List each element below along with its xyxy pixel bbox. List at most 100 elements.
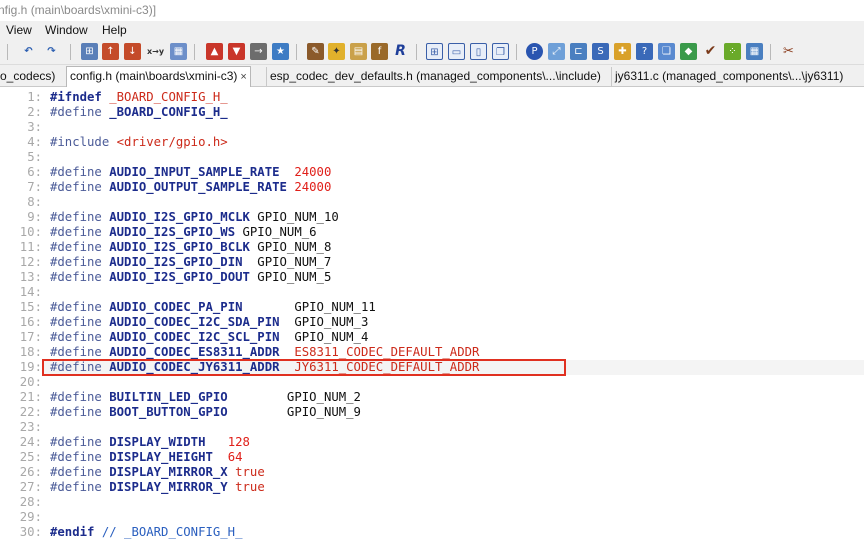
toolbar-separator [7,44,8,60]
code-token: #define [50,105,102,119]
code-token: BOOT_BUTTON_GPIO [109,405,228,419]
shapes-icon[interactable]: ◆ [680,43,697,60]
code-token: // _BOARD_CONFIG_H_ [101,525,243,539]
bookmark-up-icon[interactable]: ▲ [206,43,223,60]
line-number: 15: [19,300,42,314]
code-line[interactable]: 10: #define AUDIO_I2S_GPIO_WS GPIO_NUM_6 [0,225,864,240]
code-token: AUDIO_I2S_GPIO_WS [109,225,236,239]
wrench-icon[interactable]: ✂ [780,43,797,60]
script-icon[interactable]: R [392,43,409,60]
line-code: #include <driver/gpio.h> [50,135,228,150]
line-number: 23: [19,420,42,434]
code-line[interactable]: 9: #define AUDIO_I2S_GPIO_MCLK GPIO_NUM_1… [0,210,864,225]
line-number: 12: [19,255,42,269]
bookmark-toggle-icon[interactable]: → [250,43,267,60]
menu-view[interactable]: View [6,21,32,40]
code-line[interactable]: 2: #define _BOARD_CONFIG_H_ [0,105,864,120]
line-number: 13: [19,270,42,284]
puzzle-icon[interactable]: ✚ [614,43,631,60]
s-icon[interactable]: S [592,43,609,60]
toolbar-separator [194,44,195,60]
tree-icon[interactable]: ⊏ [570,43,587,60]
find-down-icon[interactable]: ↓ [124,43,141,60]
code-line[interactable]: 20: [0,375,864,390]
code-token: <driver/gpio.h> [116,135,228,149]
code-line[interactable]: 8: [0,195,864,210]
code-line[interactable]: 14: [0,285,864,300]
tab-codecs[interactable]: o_codecs) [0,67,58,87]
code-token: ES8311_CODEC_DEFAULT_ADDR [294,345,480,359]
dots-icon[interactable]: ⁘ [724,43,741,60]
new-folder-icon[interactable]: ✦ [328,43,345,60]
code-line[interactable]: 24: #define DISPLAY_WIDTH 128 [0,435,864,450]
tab-config-h[interactable]: config.h (main\boards\xmini-c3) × [66,66,251,87]
code-line[interactable]: 17: #define AUDIO_CODEC_I2C_SCL_PIN GPIO_… [0,330,864,345]
code-token: DISPLAY_WIDTH [109,435,206,449]
code-token: AUDIO_I2S_GPIO_DOUT [109,270,250,284]
bookmark-clear-icon[interactable]: ★ [272,43,289,60]
tab-close-icon[interactable]: × [240,71,246,83]
code-line[interactable]: 7: #define AUDIO_OUTPUT_SAMPLE_RATE 24000 [0,180,864,195]
code-line[interactable]: 30: #endif // _BOARD_CONFIG_H_ [0,525,864,540]
pin-icon[interactable]: ✎ [307,43,324,60]
line-code: #define BOOT_BUTTON_GPIO GPIO_NUM_9 [50,405,361,420]
open-book-icon[interactable]: ▤ [350,43,367,60]
menu-help[interactable]: Help [102,21,127,40]
code-token: #define [50,210,102,224]
grid-icon[interactable]: ▦ [746,43,763,60]
line-code: #define BUILTIN_LED_GPIO GPIO_NUM_2 [50,390,361,405]
copy-icon[interactable]: ❏ [658,43,675,60]
tab-esp-codec-dev-defaults[interactable]: esp_codec_dev_defaults.h (managed_compon… [266,67,604,87]
code-line[interactable]: 29: [0,510,864,525]
code-token: AUDIO_I2S_GPIO_MCLK [109,210,250,224]
question-box-icon[interactable]: ? [636,43,653,60]
find-up-icon[interactable]: ↑ [102,43,119,60]
split-grid-icon[interactable]: ⊞ [426,43,443,60]
code-token: #define [50,480,102,494]
code-token: #define [50,450,102,464]
code-token: 24000 [294,165,332,179]
undo-icon[interactable]: ↶ [20,43,37,60]
replace-xy-icon[interactable]: x→y [147,43,164,60]
find-files-icon[interactable]: ▦ [170,43,187,60]
resize-icon[interactable]: ⤢ [548,43,565,60]
code-line[interactable]: 12: #define AUDIO_I2S_GPIO_DIN GPIO_NUM_7 [0,255,864,270]
code-line[interactable]: 22: #define BOOT_BUTTON_GPIO GPIO_NUM_9 [0,405,864,420]
code-token: #define [50,270,102,284]
line-code: #define DISPLAY_WIDTH 128 [50,435,250,450]
code-line[interactable]: 27: #define DISPLAY_MIRROR_Y true [0,480,864,495]
line-number: 8: [27,195,42,209]
code-line[interactable]: 25: #define DISPLAY_HEIGHT 64 [0,450,864,465]
toolbar-separator [296,44,297,60]
tab-jy6311-c[interactable]: jy6311.c (managed_components\...\jy6311) [611,67,846,87]
redo-icon[interactable]: ↷ [43,43,60,60]
code-line[interactable]: 5: [0,150,864,165]
code-line[interactable]: 6: #define AUDIO_INPUT_SAMPLE_RATE 24000 [0,165,864,180]
cascade-icon[interactable]: ❐ [492,43,509,60]
code-line[interactable]: 23: [0,420,864,435]
bird-icon[interactable]: ✔ [702,43,719,60]
menu-window[interactable]: Window [45,21,88,40]
split-vertical-icon[interactable]: ▯ [470,43,487,60]
code-token: AUDIO_CODEC_I2C_SCL_PIN [109,330,280,344]
formula-icon[interactable]: f [371,43,388,60]
p-icon[interactable]: P [526,43,543,60]
code-line[interactable]: 15: #define AUDIO_CODEC_PA_PIN GPIO_NUM_1… [0,300,864,315]
split-horizontal-icon[interactable]: ▭ [448,43,465,60]
code-editor[interactable]: 1: #ifndef _BOARD_CONFIG_H_ 2: #define _BOA… [0,87,864,539]
code-line[interactable]: 13: #define AUDIO_I2S_GPIO_DOUT GPIO_NUM_… [0,270,864,285]
code-line[interactable]: 28: [0,495,864,510]
code-line[interactable]: 1: #ifndef _BOARD_CONFIG_H_ [0,90,864,105]
binoculars-icon[interactable]: ⊞ [81,43,98,60]
code-line[interactable]: 16: #define AUDIO_CODEC_I2C_SDA_PIN GPIO_… [0,315,864,330]
code-line[interactable]: 4: #include <driver/gpio.h> [0,135,864,150]
code-line[interactable]: 18: #define AUDIO_CODEC_ES8311_ADDR ES831… [0,345,864,360]
code-line[interactable]: 26: #define DISPLAY_MIRROR_X true [0,465,864,480]
code-line[interactable]: 11: #define AUDIO_I2S_GPIO_BCLK GPIO_NUM_… [0,240,864,255]
code-line[interactable]: 3: [0,120,864,135]
code-line[interactable]: 21: #define BUILTIN_LED_GPIO GPIO_NUM_2 [0,390,864,405]
bookmark-down-icon[interactable]: ▼ [228,43,245,60]
